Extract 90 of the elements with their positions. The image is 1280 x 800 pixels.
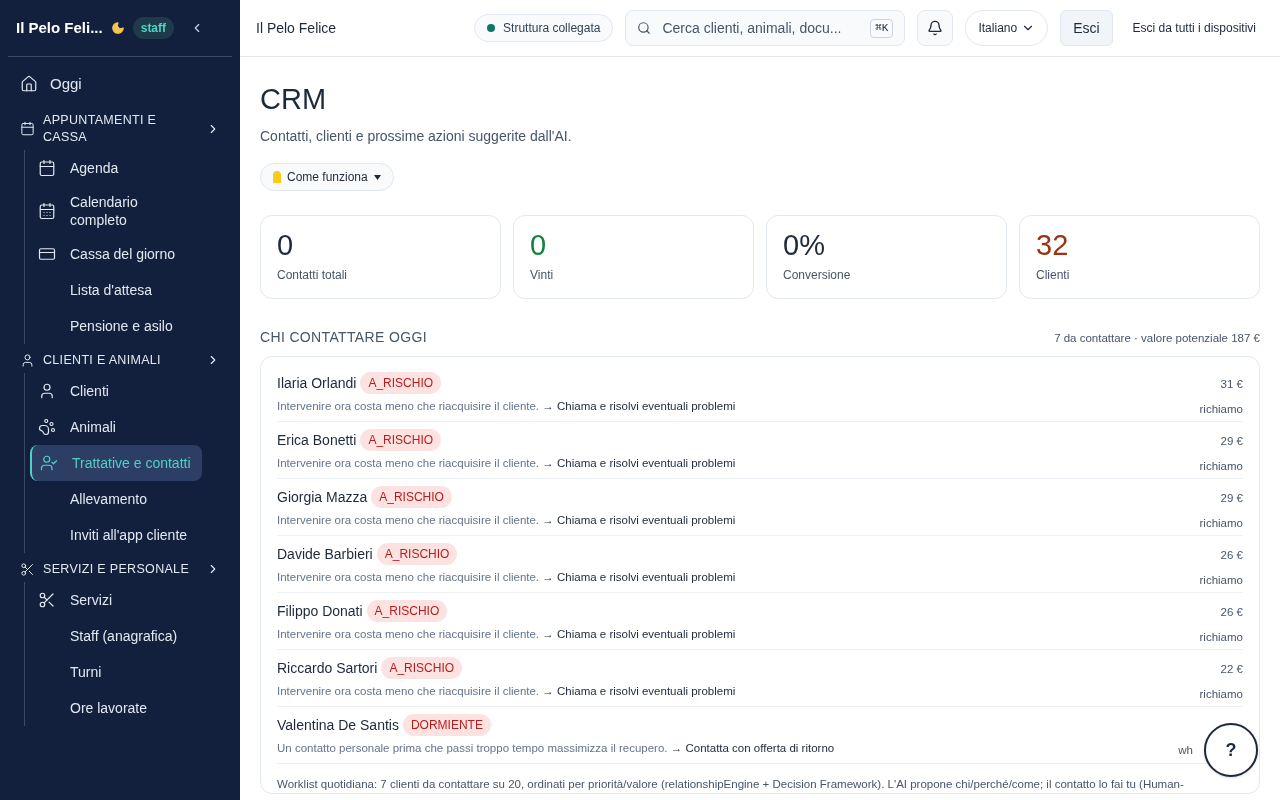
sidebar-item[interactable]: Trattative e contatti bbox=[30, 444, 202, 481]
lightbulb-icon bbox=[273, 171, 281, 183]
sidebar-item[interactable]: Agenda bbox=[30, 149, 202, 186]
contact-name[interactable]: Filippo Donati bbox=[277, 600, 363, 622]
stat-label: Vinti bbox=[530, 267, 555, 284]
sidebar-item[interactable]: Allevamento bbox=[30, 480, 202, 517]
section-header[interactable]: APPUNTAMENTI E CASSA bbox=[12, 107, 228, 150]
sidebar-item[interactable]: Ore lavorate bbox=[30, 689, 202, 726]
stat-value: 0 bbox=[277, 228, 295, 262]
contact-channel: richiamo bbox=[1199, 459, 1243, 475]
sidebar-item[interactable]: Calendario completo bbox=[30, 185, 202, 236]
sidebar-item[interactable]: Oggi bbox=[12, 65, 228, 104]
worklist-summary: 7 da contattare · valore potenziale 187 € bbox=[1054, 331, 1260, 346]
contact-name[interactable]: Valentina De Santis bbox=[277, 714, 399, 736]
suggestion-text: Un contatto personale prima che passi troppo tempo massimizza il recupero. → Contatta con offerta di ritorno bbox=[277, 741, 835, 756]
suggestion-text: Intervenire ora costa meno che riacquisire il cliente. → Chiama e risolvi eventuali problemi bbox=[277, 399, 736, 414]
stat-value: 32 bbox=[1036, 228, 1070, 262]
status-tag: A_RISCHIO bbox=[360, 429, 442, 451]
contact-channel: richiamo bbox=[1199, 687, 1243, 703]
notifications-button[interactable] bbox=[917, 10, 954, 46]
section-icon bbox=[20, 561, 35, 577]
bell-icon bbox=[927, 20, 944, 36]
status-tag: A_RISCHIO bbox=[381, 657, 463, 679]
section-title: CHI CONTATTARE OGGI bbox=[260, 328, 427, 347]
stat-label: Conversione bbox=[783, 267, 852, 284]
logout-all-button[interactable]: Esci da tutti i dispositivi bbox=[1124, 19, 1264, 37]
contact-name[interactable]: Davide Barbieri bbox=[277, 543, 373, 565]
sidebar-item[interactable]: Clienti bbox=[30, 372, 202, 409]
potential-value: 29 € bbox=[1220, 491, 1243, 506]
home-icon bbox=[20, 75, 38, 94]
shortcut-key: ⌘K bbox=[870, 19, 894, 38]
sidebar-item[interactable]: Inviti all'app cliente bbox=[30, 516, 202, 553]
contact-name[interactable]: Giorgia Mazza bbox=[277, 486, 368, 508]
contact-channel: richiamo bbox=[1199, 630, 1243, 646]
potential-value: 26 € bbox=[1220, 605, 1243, 620]
nav-icon bbox=[38, 417, 56, 436]
stat-label: Contatti totali bbox=[277, 267, 349, 284]
contact-channel: wh bbox=[1178, 743, 1193, 758]
status-tag: DORMIENTE bbox=[402, 714, 491, 736]
sidebar-item[interactable]: Staff (anagrafica) bbox=[30, 617, 202, 654]
suggestion-text: Intervenire ora costa meno che riacquisire il cliente. → Chiama e risolvi eventuali problemi bbox=[277, 627, 736, 642]
caret-icon bbox=[373, 174, 381, 180]
suggestion-text: Intervenire ora costa meno che riacquisire il cliente. → Chiama e risolvi eventuali problemi bbox=[277, 684, 736, 699]
sidebar-item[interactable]: Pensione e asilo bbox=[30, 307, 202, 344]
section-header[interactable]: SERVIZI E PERSONALE bbox=[12, 556, 228, 582]
nav-icon bbox=[38, 590, 56, 609]
section-header[interactable]: CLIENTI E ANIMALI bbox=[12, 347, 228, 373]
stat-value: 0 bbox=[530, 228, 548, 262]
section-icon bbox=[20, 352, 35, 368]
how-it-works-button[interactable]: Come funziona bbox=[260, 163, 394, 191]
contact-channel: richiamo bbox=[1199, 402, 1243, 418]
nav-icon bbox=[38, 158, 56, 177]
brand-name: Il Pelo Feli... bbox=[16, 17, 103, 38]
help-button[interactable]: ? bbox=[1204, 723, 1258, 777]
potential-value: 31 € bbox=[1220, 377, 1243, 392]
potential-value: 29 € bbox=[1220, 434, 1243, 449]
status-tag: A_RISCHIO bbox=[376, 543, 458, 565]
sidebar-item[interactable]: Lista d'attesa bbox=[30, 271, 202, 308]
page-title: CRM bbox=[260, 85, 328, 114]
sidebar-item[interactable]: Servizi bbox=[30, 581, 202, 618]
app-title: Il Pelo Felice bbox=[256, 18, 337, 38]
suggestion-text: Intervenire ora costa meno che riacquisire il cliente. → Chiama e risolvi eventuali problemi bbox=[277, 513, 736, 528]
contact-name[interactable]: Ilaria Orlandi bbox=[277, 372, 357, 394]
potential-value: 22 € bbox=[1220, 662, 1243, 677]
suggestion-text: Intervenire ora costa meno che riacquisire il cliente. → Chiama e risolvi eventuali problemi bbox=[277, 570, 736, 585]
sidebar-item[interactable]: Cassa del giorno bbox=[30, 235, 202, 272]
stat-value: 0% bbox=[783, 228, 826, 262]
connection-status: Struttura collegata bbox=[474, 14, 614, 42]
section-icon bbox=[20, 121, 35, 136]
logout-button[interactable]: Esci bbox=[1060, 10, 1113, 46]
stat-label: Clienti bbox=[1036, 267, 1071, 284]
contact-channel: richiamo bbox=[1199, 516, 1243, 532]
nav-icon bbox=[40, 453, 58, 472]
sidebar-item[interactable]: Animali bbox=[30, 408, 202, 445]
potential-value: 26 € bbox=[1220, 548, 1243, 563]
moon-icon bbox=[110, 21, 125, 35]
nav-icon bbox=[38, 201, 56, 220]
contact-channel: richiamo bbox=[1199, 573, 1243, 589]
contact-name[interactable]: Erica Bonetti bbox=[277, 429, 357, 451]
status-tag: A_RISCHIO bbox=[366, 600, 448, 622]
page-subtitle: Contatti, clienti e prossime azioni suggerite dall'AI. bbox=[260, 127, 573, 146]
sidebar-item[interactable]: Turni bbox=[30, 653, 202, 690]
worklist-note: Worklist quotidiana: 7 clienti da contattare su 20, ordinati per priorità/valore (relationshipEngine + Decision Framework). L'AI propone chi/perché/come; il contatto lo fai tu (Human- bbox=[277, 777, 1185, 792]
suggestion-text: Intervenire ora costa meno che riacquisire il cliente. → Chiama e risolvi eventuali problemi bbox=[277, 456, 736, 471]
contact-name[interactable]: Riccardo Sartori bbox=[277, 657, 378, 679]
status-tag: A_RISCHIO bbox=[360, 372, 442, 394]
search-icon bbox=[637, 21, 652, 35]
role-badge: staff bbox=[132, 17, 175, 39]
nav-icon bbox=[38, 381, 56, 400]
status-tag: A_RISCHIO bbox=[371, 486, 452, 508]
